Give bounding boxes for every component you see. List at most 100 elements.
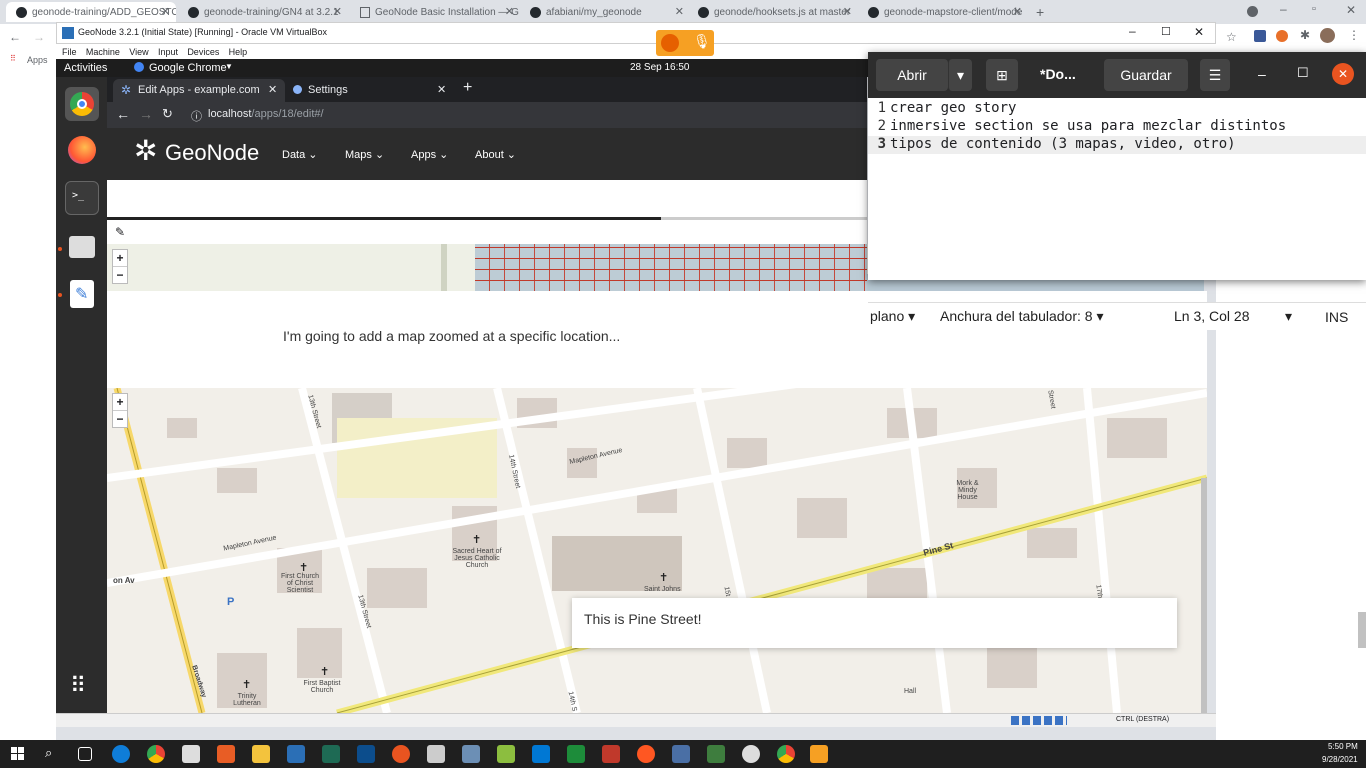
close-icon[interactable]: ✕: [333, 5, 342, 18]
chevron-down-icon[interactable]: ▾: [1285, 308, 1292, 325]
host-tab[interactable]: geonode-training/ADD_GEOSTO ✕: [6, 2, 176, 22]
firefox-icon[interactable]: [65, 133, 99, 167]
back-icon[interactable]: ←: [116, 106, 130, 122]
close-icon[interactable]: ✕: [437, 83, 446, 96]
new-tab-button[interactable]: ⊞: [986, 59, 1018, 91]
nav-apps[interactable]: Apps ⌄: [411, 148, 448, 161]
app-icon[interactable]: [427, 745, 445, 763]
clock[interactable]: 28 Sep 16:50: [630, 62, 690, 73]
scrollbar[interactable]: [1358, 612, 1366, 648]
menu-devices[interactable]: Devices: [187, 47, 219, 57]
host-tab[interactable]: geonode/hooksets.js at master ✕: [688, 2, 858, 22]
apps-grid-icon[interactable]: ⠿: [10, 54, 16, 63]
notepad-icon[interactable]: [567, 745, 585, 763]
zoom-out-button[interactable]: −: [113, 266, 127, 283]
maximize-icon[interactable]: ▫: [1312, 3, 1316, 15]
edge-icon[interactable]: [112, 745, 130, 763]
gedit-text-area[interactable]: 1 crear geo story 2 inmersive section se u…: [868, 98, 1366, 298]
search-icon[interactable]: ⌕: [45, 745, 52, 761]
close-icon[interactable]: ✕: [1194, 25, 1204, 39]
map-section-2[interactable]: Mapleton Avenue Mapleton Avenue Pine St …: [107, 388, 1207, 713]
vscode-icon[interactable]: [532, 745, 550, 763]
menu-input[interactable]: Input: [158, 47, 178, 57]
close-icon[interactable]: ✕: [675, 5, 684, 18]
guest-tab[interactable]: ✲ Edit Apps - example.com ✕: [113, 79, 285, 102]
map-popup[interactable]: This is Pine Street!: [572, 598, 1177, 648]
url-field[interactable]: localhost/apps/18/edit#/: [208, 108, 324, 120]
nav-about[interactable]: About ⌄: [475, 148, 516, 161]
app-icon[interactable]: [217, 745, 235, 763]
open-menu-button[interactable]: ▾: [948, 59, 972, 91]
store-icon[interactable]: [182, 745, 200, 763]
reload-icon[interactable]: ↻: [162, 106, 173, 122]
new-tab-button[interactable]: +: [1036, 4, 1044, 20]
nav-maps[interactable]: Maps ⌄: [345, 148, 384, 161]
menu-help[interactable]: Help: [229, 47, 248, 57]
insert-mode[interactable]: INS: [1325, 309, 1348, 325]
chrome-icon[interactable]: [777, 745, 795, 763]
show-apps-icon[interactable]: ⠿: [70, 675, 86, 697]
files-icon[interactable]: [65, 230, 99, 264]
guest-tab[interactable]: Settings ✕: [287, 79, 449, 102]
host-tab[interactable]: geonode-training/GN4 at 3.2.1 ✕: [178, 2, 348, 22]
minimize-icon[interactable]: –: [1280, 2, 1287, 16]
close-icon[interactable]: ✕: [161, 5, 170, 18]
menu-view[interactable]: View: [129, 47, 148, 57]
app-icon[interactable]: [742, 745, 760, 763]
app-icon[interactable]: [462, 745, 480, 763]
menu-machine[interactable]: Machine: [86, 47, 120, 57]
chrome-icon[interactable]: [147, 745, 165, 763]
app-icon[interactable]: [322, 745, 340, 763]
minimize-icon[interactable]: –: [1129, 24, 1136, 38]
ubuntu-icon[interactable]: [392, 745, 410, 763]
close-icon[interactable]: ✕: [1332, 63, 1354, 85]
start-icon[interactable]: [11, 747, 24, 760]
screen-record-widget[interactable]: 🎙: [656, 30, 714, 56]
app-menu[interactable]: Google Chrome: [149, 62, 227, 74]
folder-icon[interactable]: [252, 745, 270, 763]
filezilla-icon[interactable]: [602, 745, 620, 763]
text-editor-icon[interactable]: ✎: [65, 277, 99, 311]
edit-icon[interactable]: ✎: [115, 225, 125, 239]
close-icon[interactable]: ✕: [1013, 5, 1022, 18]
maximize-icon[interactable]: ☐: [1297, 65, 1309, 81]
cursor-position[interactable]: Ln 3, Col 28: [1174, 308, 1250, 324]
nav-data[interactable]: Data ⌄: [282, 148, 318, 161]
hamburger-menu-icon[interactable]: ☰: [1200, 59, 1230, 91]
forward-icon[interactable]: →: [33, 30, 45, 44]
close-icon[interactable]: ✕: [268, 83, 277, 96]
apps-link[interactable]: Apps: [27, 55, 48, 65]
save-button[interactable]: Guardar: [1104, 59, 1188, 91]
minimize-icon[interactable]: –: [1258, 66, 1266, 82]
app-icon[interactable]: [810, 745, 828, 763]
new-tab-button[interactable]: +: [463, 79, 472, 97]
app-icon[interactable]: [707, 745, 725, 763]
task-view-icon[interactable]: [78, 747, 92, 761]
terminal-icon[interactable]: >_: [65, 181, 99, 215]
host-tab[interactable]: GeoNode Basic Installation — G ✕: [350, 2, 520, 22]
back-icon[interactable]: ←: [9, 30, 21, 44]
forward-icon[interactable]: →: [139, 106, 153, 122]
activities-button[interactable]: Activities: [64, 62, 107, 74]
app-icon[interactable]: [637, 745, 655, 763]
chrome-icon[interactable]: [65, 87, 99, 121]
app-icon[interactable]: [672, 745, 690, 763]
device-icons[interactable]: [1011, 716, 1067, 725]
tab-width-selector[interactable]: Anchura del tabulador: 8 ▾: [940, 308, 1103, 325]
avatar[interactable]: [1320, 28, 1335, 43]
extension-icon[interactable]: [1276, 30, 1288, 42]
menu-file[interactable]: File: [62, 47, 77, 57]
close-icon[interactable]: ✕: [843, 5, 852, 18]
open-button[interactable]: Abrir: [876, 59, 948, 91]
menu-icon[interactable]: ⋮: [1348, 28, 1360, 42]
close-icon[interactable]: ✕: [1346, 3, 1356, 17]
scrollbar[interactable]: [1201, 478, 1207, 713]
host-tab[interactable]: geonode-mapstore-client/mode ✕: [858, 2, 1028, 22]
taskbar-date[interactable]: 9/28/2021: [1322, 755, 1358, 764]
maximize-icon[interactable]: ☐: [1161, 25, 1171, 38]
virtualbox-icon[interactable]: [287, 745, 305, 763]
zoom-out-button[interactable]: −: [113, 410, 127, 427]
zoom-in-button[interactable]: +: [113, 394, 127, 410]
qgis-icon[interactable]: [497, 745, 515, 763]
zoom-in-button[interactable]: +: [113, 250, 127, 266]
